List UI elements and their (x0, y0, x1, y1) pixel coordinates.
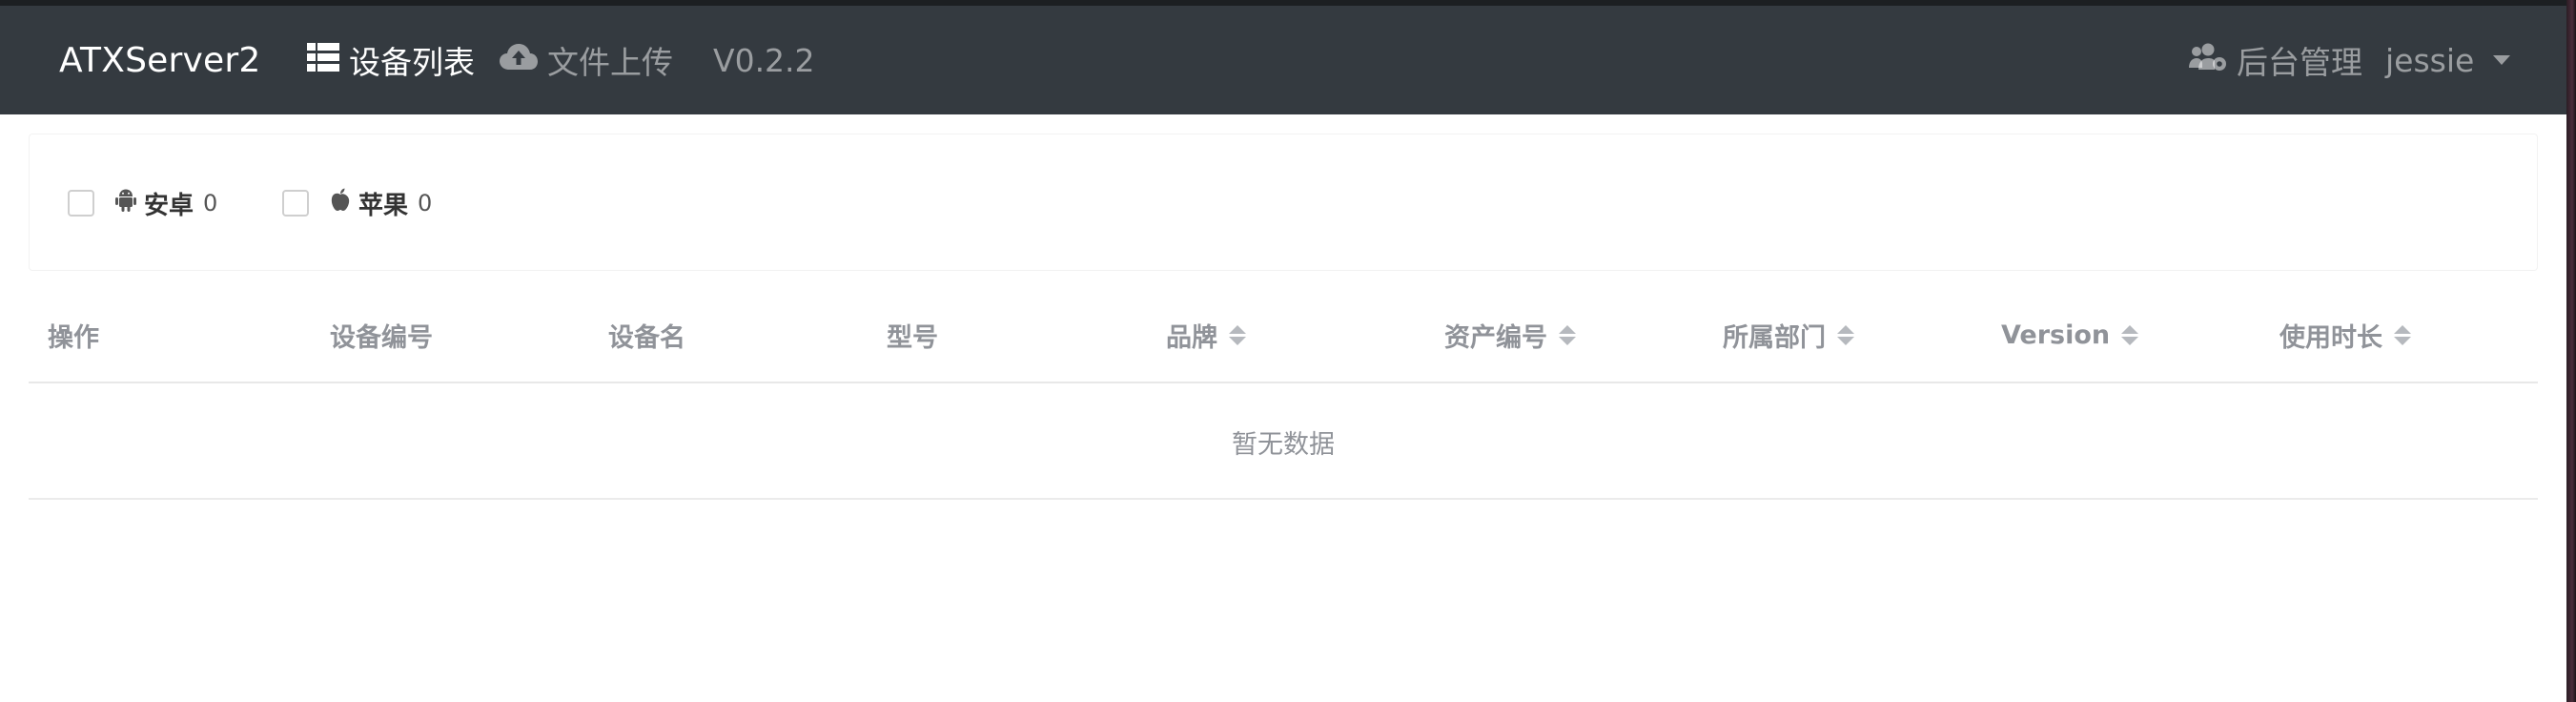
nav-device-list[interactable]: 设备列表 (307, 6, 475, 114)
apple-icon (330, 188, 351, 219)
sort-icon[interactable] (1229, 324, 1246, 345)
sort-icon[interactable] (2394, 324, 2411, 345)
column-header-department[interactable]: 所属部门 (1723, 286, 1854, 383)
column-label: 操作 (48, 322, 99, 353)
filter-android[interactable]: 安卓 0 (68, 134, 217, 272)
column-header-model: 型号 (887, 286, 938, 383)
filter-android-count: 0 (203, 190, 218, 217)
column-label: 品牌 (1166, 322, 1217, 353)
column-header-device-name: 设备名 (608, 286, 685, 383)
nav-device-list-label: 设备列表 (349, 44, 475, 81)
nav-file-upload-label: 文件上传 (547, 44, 673, 81)
brand-link[interactable]: ATXServer2 (59, 6, 260, 114)
table-header: 操作 设备编号 设备名 型号 品牌 资产编号 所属部门 Version 使用时长 (29, 286, 2538, 383)
column-header-asset-id[interactable]: 资产编号 (1444, 286, 1576, 383)
column-label: 使用时长 (2280, 322, 2382, 353)
user-name: jessie (2385, 41, 2475, 79)
column-header-actions: 操作 (48, 286, 99, 383)
nav-admin-label: 后台管理 (2237, 44, 2362, 81)
filter-ios-label: 苹果 (358, 191, 409, 220)
android-checkbox[interactable] (68, 190, 94, 217)
users-cog-icon (2189, 42, 2227, 79)
column-header-brand[interactable]: 品牌 (1166, 286, 1246, 383)
column-label: 设备名 (608, 322, 685, 353)
nav-file-upload[interactable]: 文件上传 (500, 6, 673, 114)
column-label: 设备编号 (330, 322, 433, 353)
top-navbar: ATXServer2 设备列表 文件上传 V0.2.2 后台管理 jessie (0, 6, 2566, 114)
column-header-device-id: 设备编号 (330, 286, 433, 383)
android-icon (115, 188, 136, 219)
column-header-usage-time[interactable]: 使用时长 (2280, 286, 2411, 383)
column-header-version[interactable]: Version (2001, 286, 2139, 383)
list-icon (307, 42, 339, 79)
column-label: 型号 (887, 322, 938, 353)
column-label: 资产编号 (1444, 322, 1547, 353)
sort-icon[interactable] (1837, 324, 1854, 345)
user-menu[interactable]: jessie (2385, 6, 2511, 114)
nav-version[interactable]: V0.2.2 (713, 6, 815, 114)
column-label: Version (2001, 320, 2111, 350)
window-right-edge (2566, 0, 2576, 702)
ios-checkbox[interactable] (282, 190, 309, 217)
nav-admin[interactable]: 后台管理 (2189, 6, 2362, 114)
filter-ios[interactable]: 苹果 0 (282, 134, 432, 272)
caret-down-icon (2493, 55, 2511, 65)
column-label: 所属部门 (1723, 322, 1826, 353)
table-empty-state: 暂无数据 (29, 385, 2538, 500)
filter-ios-count: 0 (418, 190, 433, 217)
sort-icon[interactable] (1559, 324, 1576, 345)
filter-android-label: 安卓 (144, 191, 194, 220)
sort-icon[interactable] (2121, 324, 2139, 345)
platform-filter-panel: 安卓 0 苹果 0 (29, 134, 2538, 271)
cloud-upload-icon (500, 42, 538, 79)
